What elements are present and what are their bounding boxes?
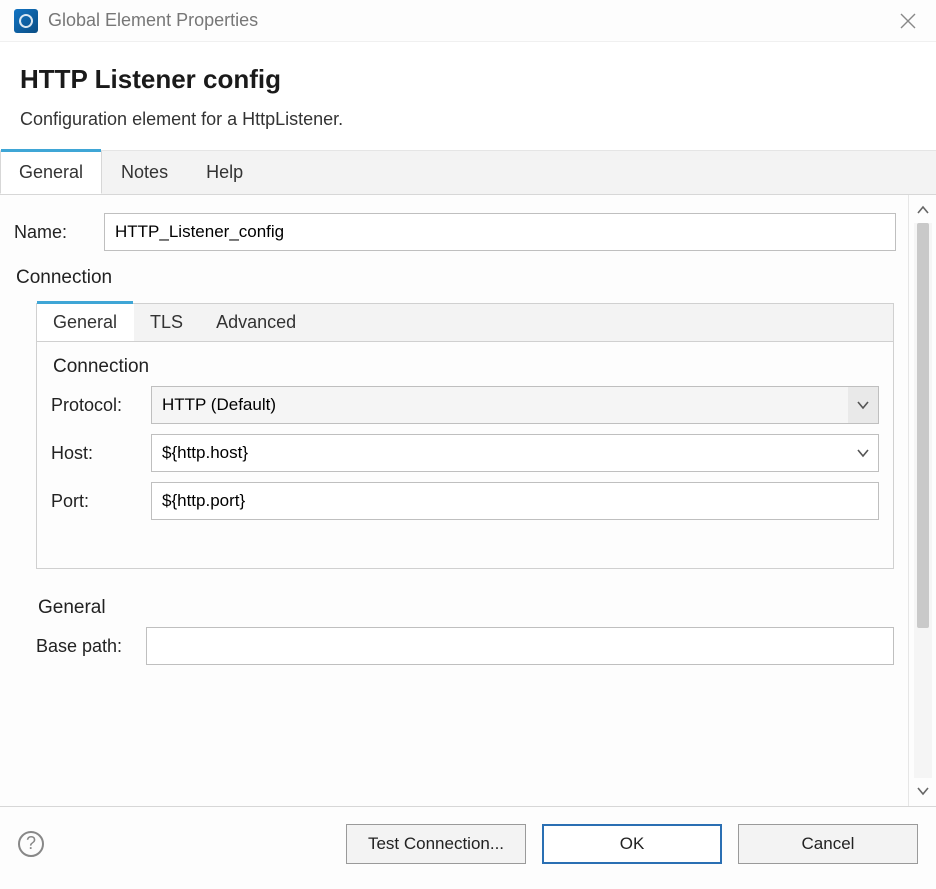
- general-group-label: General: [36, 587, 894, 627]
- connection-section-label: Connection: [14, 257, 908, 297]
- scroll-content: Name: Connection General TLS Advanced Co…: [0, 195, 908, 806]
- protocol-field[interactable]: [151, 386, 879, 424]
- tab-label: General: [19, 162, 83, 182]
- scroll-track[interactable]: [914, 223, 932, 778]
- base-path-input[interactable]: [146, 627, 894, 665]
- tab-label: Advanced: [216, 312, 296, 332]
- tab-help[interactable]: Help: [187, 151, 262, 194]
- name-label: Name:: [14, 222, 104, 243]
- scroll-down-icon[interactable]: [914, 782, 932, 800]
- base-path-row: Base path:: [36, 627, 894, 665]
- tab-label: Notes: [121, 162, 168, 182]
- top-tabstrip: General Notes Help: [0, 151, 936, 195]
- sub-tab-advanced[interactable]: Advanced: [200, 304, 313, 341]
- base-path-label: Base path:: [36, 636, 146, 657]
- sub-tab-tls[interactable]: TLS: [134, 304, 200, 341]
- tab-label: General: [53, 312, 117, 332]
- protocol-label: Protocol:: [51, 395, 151, 416]
- general-group: General Base path:: [14, 587, 908, 665]
- tab-general[interactable]: General: [0, 151, 102, 194]
- scroll-thumb[interactable]: [917, 223, 929, 628]
- page-subtitle: Configuration element for a HttpListener…: [20, 109, 916, 130]
- cancel-button[interactable]: Cancel: [738, 824, 918, 864]
- host-label: Host:: [51, 443, 151, 464]
- body-area: Name: Connection General TLS Advanced Co…: [0, 195, 936, 806]
- window-title: Global Element Properties: [48, 10, 894, 31]
- tab-label: Help: [206, 162, 243, 182]
- ok-button[interactable]: OK: [542, 824, 722, 864]
- port-row: Port:: [51, 482, 879, 520]
- app-icon: [14, 9, 38, 33]
- protocol-row: Protocol:: [51, 386, 879, 424]
- help-icon[interactable]: ?: [18, 831, 44, 857]
- host-input[interactable]: [151, 434, 879, 472]
- sub-body: Connection Protocol: Host:: [37, 342, 893, 568]
- connection-sub-panel: General TLS Advanced Connection Protocol…: [36, 303, 894, 569]
- test-connection-button[interactable]: Test Connection...: [346, 824, 526, 864]
- scroll-up-icon[interactable]: [914, 201, 932, 219]
- port-input[interactable]: [151, 482, 879, 520]
- dialog-header: HTTP Listener config Configuration eleme…: [0, 42, 936, 151]
- port-field[interactable]: [151, 482, 879, 520]
- sub-tabstrip: General TLS Advanced: [37, 304, 893, 342]
- dialog-footer: ? Test Connection... OK Cancel: [0, 806, 936, 880]
- tab-notes[interactable]: Notes: [102, 151, 187, 194]
- connection-group-label: Connection: [51, 356, 879, 386]
- host-field[interactable]: [151, 434, 879, 472]
- port-label: Port:: [51, 491, 151, 512]
- host-row: Host:: [51, 434, 879, 472]
- tab-label: TLS: [150, 312, 183, 332]
- name-row: Name:: [14, 207, 908, 257]
- page-title: HTTP Listener config: [20, 64, 916, 95]
- name-input[interactable]: [104, 213, 896, 251]
- vertical-scrollbar[interactable]: [908, 195, 936, 806]
- protocol-select[interactable]: [151, 386, 879, 424]
- base-path-field[interactable]: [146, 627, 894, 665]
- titlebar: Global Element Properties: [0, 0, 936, 42]
- close-icon[interactable]: [894, 7, 922, 35]
- sub-tab-general[interactable]: General: [37, 304, 134, 341]
